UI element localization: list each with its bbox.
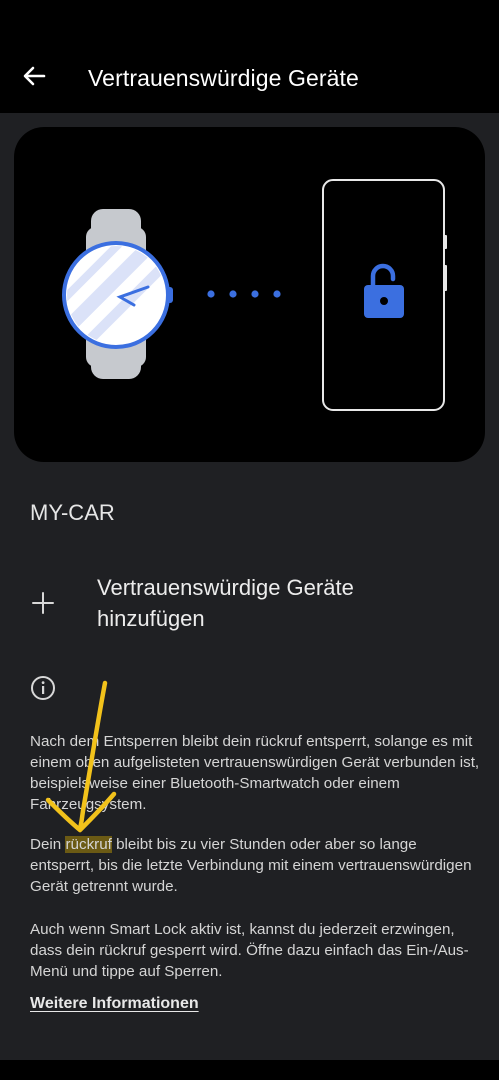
trusted-device-name[interactable]: MY-CAR	[30, 500, 115, 526]
smartwatch-illustration	[62, 209, 173, 379]
info-paragraph-3: Auch wenn Smart Lock aktiv ist, kannst d…	[30, 921, 469, 980]
back-button[interactable]	[16, 58, 52, 94]
app-bar: Vertrauenswürdige Geräte	[0, 40, 499, 113]
device-word: rückruf	[255, 733, 302, 750]
info-paragraph-2: Dein rückruf bleibt bis zu vier Stunden …	[30, 834, 480, 897]
add-trusted-device-label: Vertrauenswürdige Geräte hinzufügen	[97, 575, 354, 631]
plus-icon	[32, 592, 54, 614]
info-icon	[31, 676, 55, 700]
more-info-link[interactable]: Weitere Informationen	[30, 995, 199, 1013]
arrow-back-icon	[23, 66, 46, 86]
add-trusted-device-button[interactable]: Vertrauenswürdige Geräte hinzufügen	[0, 560, 499, 650]
info-paragraph-1: Nach dem Entsperren bleibt dein rückruf …	[30, 731, 480, 815]
info-text: Nach dem Entsperren bleibt dein	[30, 733, 256, 750]
navigation-bar	[0, 1060, 499, 1080]
connection-dots	[207, 290, 281, 298]
info-text: Dein	[30, 836, 66, 853]
trusted-device-illustration	[14, 127, 485, 462]
page-title: Vertrauenswürdige Geräte	[88, 65, 359, 91]
status-bar	[0, 0, 499, 40]
highlighted-word: rückruf	[65, 836, 112, 853]
